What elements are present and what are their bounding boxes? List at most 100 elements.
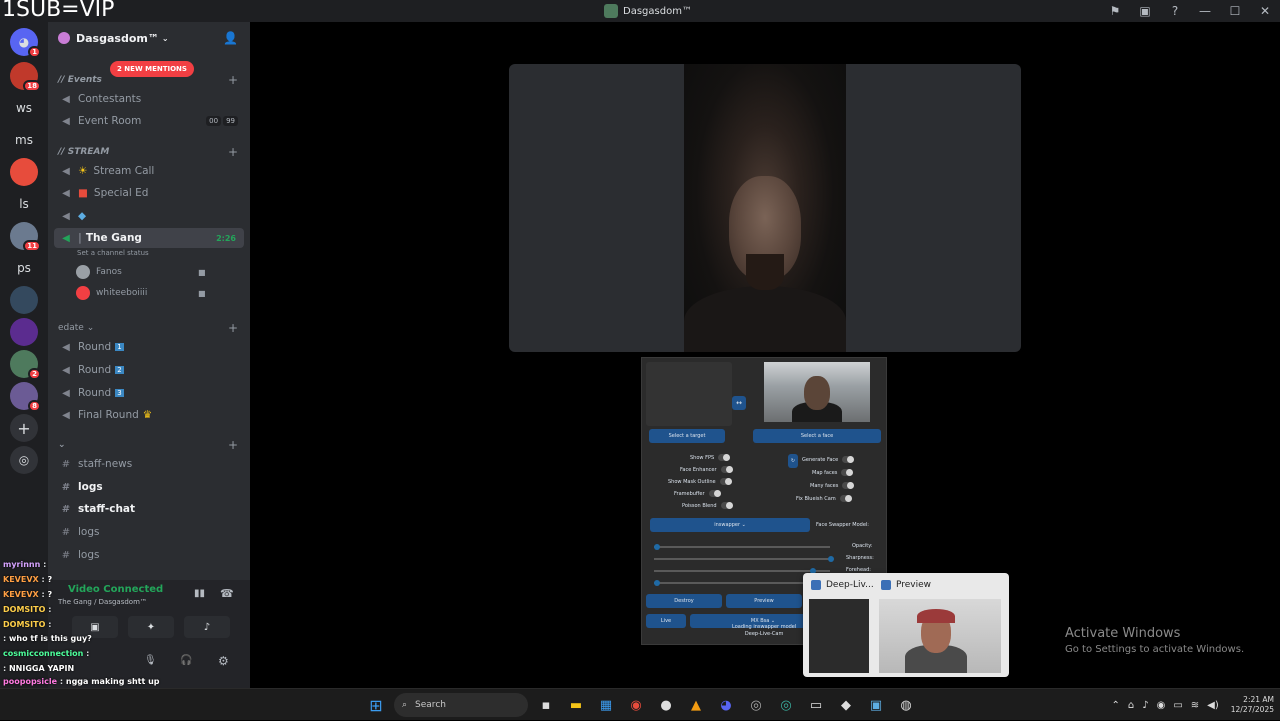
volume-icon[interactable]: ◀) (1207, 700, 1219, 711)
channel-round-2[interactable]: ◀ Round 2 (54, 360, 244, 380)
swapper-model-select[interactable]: inswapper ⌄ (650, 518, 810, 532)
discover-icon[interactable]: ◎ (10, 446, 38, 474)
channel-the-gang[interactable]: ◀ | The Gang 2:26 (54, 228, 244, 248)
settings-gear-icon[interactable]: ⚙ (218, 654, 229, 668)
category-blank[interactable]: ⌄ + (58, 438, 238, 452)
toggle-fix-blueish-cam[interactable]: Fix Blueish Cam (796, 495, 852, 502)
preview-tab-preview[interactable]: Preview (881, 580, 931, 590)
toggle-show-fps[interactable]: Show FPS (690, 454, 731, 461)
chevron-up-icon[interactable]: ⌃ (1111, 700, 1119, 711)
invite-icon[interactable]: 👤 (223, 31, 238, 45)
toggle-switch[interactable] (718, 454, 731, 461)
add-channel-icon[interactable]: + (228, 73, 238, 87)
headphones-icon[interactable]: 🎧 (180, 655, 192, 666)
preview-button[interactable]: Preview (726, 594, 802, 608)
category-edate[interactable]: edate ⌄ + (58, 321, 238, 335)
preview-tab-deep-live-cam[interactable]: Deep-Liv... (811, 580, 874, 590)
disconnect-icon[interactable]: ☎ (220, 587, 234, 600)
toggle-map-faces[interactable]: Map faces (812, 469, 854, 476)
channel-special-ed[interactable]: ◀ ■ Special Ed (54, 183, 244, 203)
add-server-icon[interactable]: + (10, 414, 38, 442)
task-view-icon[interactable]: ▪ (534, 693, 558, 717)
close-button[interactable]: ✕ (1250, 0, 1280, 22)
chrome-canary-icon[interactable]: ◎ (774, 693, 798, 717)
channel-stream-call[interactable]: ◀ ☀ Stream Call (54, 161, 244, 181)
sharpness-slider[interactable] (654, 556, 834, 562)
mic-icon[interactable]: ♪ (1142, 700, 1148, 711)
server-ps[interactable]: ps (10, 254, 38, 282)
toggle-switch[interactable] (839, 495, 852, 502)
soundboard-button[interactable]: ♪ (184, 616, 230, 638)
add-channel-icon[interactable]: + (228, 321, 238, 335)
server-icon[interactable] (10, 318, 38, 346)
channel-diamond[interactable]: ◀ ◆ (54, 206, 244, 226)
channel-round-3[interactable]: ◀ Round 3 (54, 383, 244, 403)
store-icon[interactable]: ▦ (594, 693, 618, 717)
toggle-switch[interactable] (719, 478, 732, 485)
minimize-button[interactable]: — (1190, 0, 1220, 22)
slider-knob[interactable] (654, 580, 660, 586)
slider-knob[interactable] (828, 556, 834, 562)
toggle-generate-face[interactable]: Generate Face (802, 456, 855, 463)
toggle-face-enhancer[interactable]: Face Enhancer (680, 466, 733, 473)
slider-knob[interactable] (654, 544, 660, 550)
app-icon[interactable]: ▣ (864, 693, 888, 717)
server-icon[interactable] (10, 286, 38, 314)
server-ms[interactable]: ms (10, 126, 38, 154)
toggle-switch[interactable] (708, 490, 721, 497)
app-icon[interactable]: ▲ (684, 693, 708, 717)
discord-home-icon[interactable]: ◕ 1 (10, 28, 41, 58)
forehead-slider[interactable] (654, 568, 830, 574)
channel-final-round[interactable]: ◀ Final Round ♛ (54, 405, 244, 425)
chrome-dev-icon[interactable]: ◎ (744, 693, 768, 717)
help-icon[interactable]: ? (1160, 0, 1190, 22)
toggle-switch[interactable] (720, 502, 733, 509)
noise-suppression-icon[interactable]: ▮▮ (194, 588, 205, 599)
voice-member[interactable]: whiteeboiiii ■ (76, 284, 206, 302)
select-target-button[interactable]: Select a target (649, 429, 725, 443)
server-ls[interactable]: ls (10, 190, 38, 218)
swap-icon[interactable]: ↔ (732, 396, 746, 410)
toggle-framebuffer[interactable]: Framebuffer (674, 490, 721, 497)
opacity-slider[interactable] (654, 544, 830, 550)
video-tile[interactable] (509, 64, 1021, 352)
deep-live-cam-thumbnail[interactable] (809, 599, 869, 673)
network-icon[interactable]: ⌂ (1128, 700, 1134, 711)
file-explorer-icon[interactable]: ▬ (564, 693, 588, 717)
select-face-button[interactable]: Select a face (753, 429, 881, 443)
display-icon[interactable]: ▭ (1173, 700, 1182, 711)
location-icon[interactable]: ◉ (1157, 700, 1166, 711)
terminal-icon[interactable]: ▭ (804, 693, 828, 717)
channel-logs[interactable]: # logs (54, 477, 244, 497)
app-icon[interactable]: ◍ (894, 693, 918, 717)
taskbar-search[interactable]: ⌕ Search (394, 693, 528, 717)
voice-member[interactable]: Fanos ■ (76, 263, 206, 281)
toggle-switch[interactable] (720, 466, 733, 473)
toggle-switch[interactable] (841, 469, 854, 476)
steam-icon[interactable]: ● (654, 693, 678, 717)
channel-round-1[interactable]: ◀ Round 1 (54, 337, 244, 357)
server-icon[interactable]: 11 (10, 222, 41, 252)
screen-icon[interactable]: ▣ (1130, 0, 1160, 22)
toggle-switch[interactable] (842, 482, 855, 489)
add-channel-icon[interactable]: + (228, 145, 238, 159)
channel-staff-chat[interactable]: # staff-chat (54, 499, 244, 519)
wifi-icon[interactable]: ≋ (1191, 700, 1199, 711)
maximize-button[interactable]: ☐ (1220, 0, 1250, 22)
toggle-show-mask-outline[interactable]: Show Mask Outline (668, 478, 732, 485)
channel-staff-news[interactable]: # staff-news (54, 454, 244, 474)
clock[interactable]: 2:21 AM 12/27/2025 (1231, 695, 1274, 715)
discord-icon[interactable]: ◕ (714, 693, 738, 717)
chrome-icon[interactable]: ◉ (624, 693, 648, 717)
category-events[interactable]: // Events + (58, 73, 238, 87)
channel-contestants[interactable]: ◀ Contestants (54, 89, 244, 109)
inbox-icon[interactable]: ⚑ (1100, 0, 1130, 22)
new-mentions-pill[interactable]: 2 NEW MENTIONS (110, 61, 194, 77)
server-ws[interactable]: ws (10, 94, 38, 122)
server-header[interactable]: Dasgasdom™ ⌄ (48, 22, 250, 54)
server-icon[interactable] (10, 158, 38, 186)
server-icon[interactable]: 8 (10, 382, 41, 412)
server-icon[interactable]: 18 (10, 62, 41, 92)
channel-logs[interactable]: # logs (54, 522, 244, 542)
preview-thumbnail[interactable] (879, 599, 1001, 673)
